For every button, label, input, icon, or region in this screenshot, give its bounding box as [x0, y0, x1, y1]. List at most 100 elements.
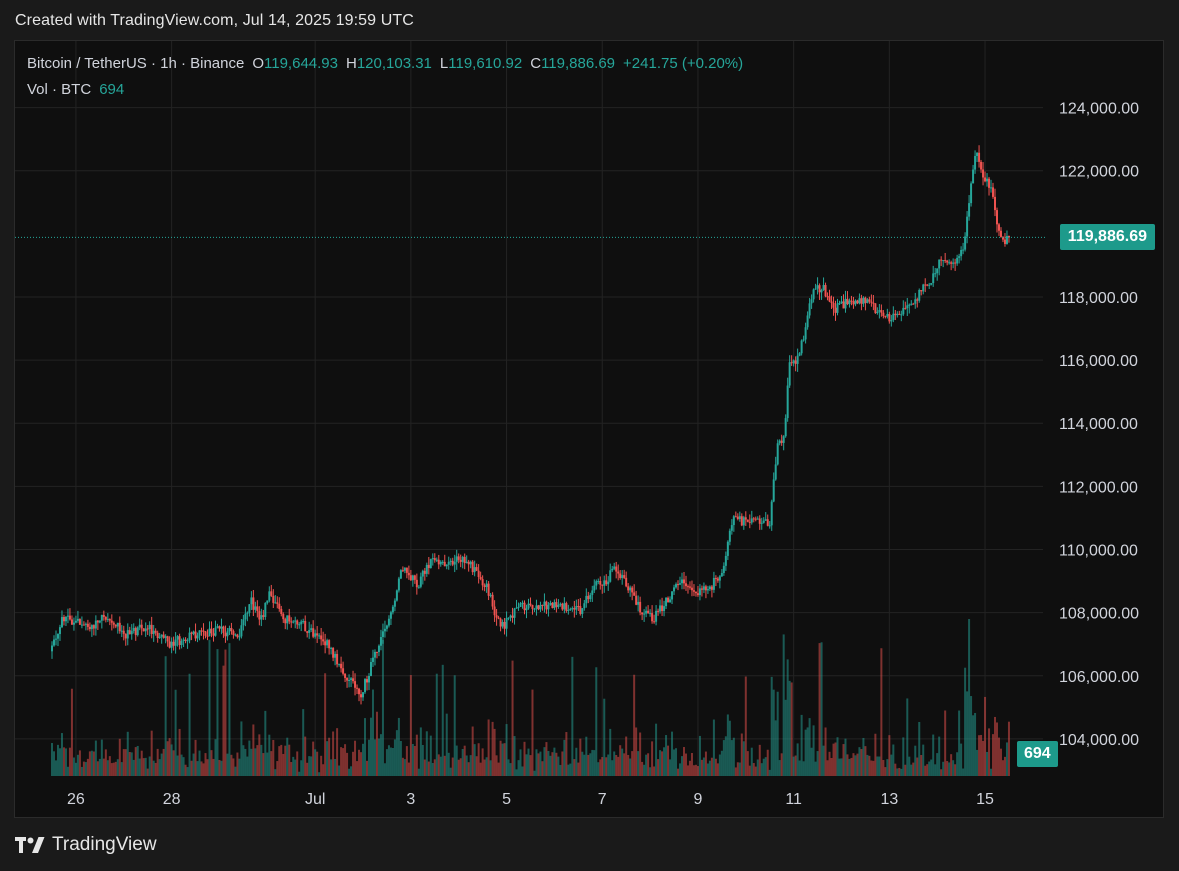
- volume-bar: [810, 747, 813, 776]
- candle: [679, 576, 682, 586]
- candle: [718, 575, 721, 589]
- candle: [278, 597, 281, 612]
- volume-bar: [192, 753, 195, 776]
- volume-bar: [246, 756, 249, 776]
- candle: [302, 618, 305, 624]
- x-tick-label: 3: [406, 791, 415, 808]
- candle: [501, 619, 504, 629]
- volume-bar: [567, 764, 570, 776]
- volume-bar: [232, 758, 235, 776]
- volume-bar: [82, 761, 85, 776]
- candle: [218, 625, 221, 632]
- volume-bars: [51, 619, 1010, 776]
- volume-bar: [322, 764, 325, 776]
- volume-bar: [214, 739, 217, 776]
- candle: [469, 560, 472, 569]
- candle: [475, 563, 478, 572]
- candle: [968, 195, 971, 221]
- volume-bar: [770, 676, 773, 776]
- candle: [182, 637, 185, 648]
- volume-bar: [511, 660, 514, 776]
- chart-panel[interactable]: 124,000.00 122,000.00 118,000.00 116,000.00…: [14, 40, 1164, 818]
- volume-bar: [561, 751, 564, 776]
- volume-bar: [110, 763, 113, 776]
- candle: [230, 622, 233, 635]
- volume-bar: [673, 749, 676, 776]
- volume-bar: [216, 649, 219, 776]
- volume-bar: [182, 757, 185, 776]
- volume-bar: [248, 740, 251, 776]
- volume-bar: [762, 758, 765, 776]
- candle: [539, 601, 542, 613]
- volume-bar: [804, 729, 807, 776]
- volume-bar: [272, 739, 275, 776]
- candle: [607, 576, 610, 591]
- candle: [854, 299, 857, 307]
- candle: [738, 511, 741, 522]
- footer-branding[interactable]: TradingView: [15, 834, 157, 856]
- volume-bar: [882, 759, 885, 776]
- volume-bar: [373, 739, 376, 776]
- volume-bar: [686, 765, 689, 776]
- x-tick-label: 5: [502, 791, 511, 808]
- candle: [665, 597, 668, 610]
- candle: [344, 673, 347, 683]
- volume-bar: [278, 746, 281, 776]
- candle: [778, 439, 781, 446]
- legend-open-key: O: [252, 55, 265, 72]
- candle: [447, 556, 450, 570]
- volume-bar: [393, 739, 396, 776]
- candle: [946, 259, 949, 266]
- legend-symbol[interactable]: Bitcoin / TetherUS · 1h · Binance: [27, 55, 244, 72]
- volume-bar: [196, 761, 199, 776]
- candle: [916, 297, 919, 308]
- candle: [228, 625, 231, 636]
- candle: [282, 612, 285, 623]
- volume-bar: [332, 731, 335, 776]
- volume-bar: [200, 761, 203, 776]
- candle: [750, 510, 753, 525]
- volume-bar: [820, 642, 823, 776]
- volume-bar: [413, 745, 416, 776]
- volume-bar: [557, 756, 560, 776]
- volume-bar: [694, 764, 697, 776]
- legend-volume-label[interactable]: Vol · BTC: [27, 81, 91, 98]
- volume-bar: [806, 727, 809, 776]
- candle: [184, 637, 187, 644]
- volume-bar: [348, 768, 351, 776]
- price-axis[interactable]: 124,000.00 122,000.00 118,000.00 116,000.00…: [1059, 101, 1139, 749]
- candle: [557, 599, 560, 609]
- volume-bar: [60, 733, 63, 776]
- candle: [122, 625, 125, 641]
- candle: [820, 288, 823, 300]
- candle: [828, 289, 831, 303]
- volume-bar: [549, 755, 552, 776]
- candle: [134, 626, 137, 641]
- candle: [80, 616, 83, 629]
- candle: [455, 549, 458, 570]
- chart-svg[interactable]: 124,000.00 122,000.00 118,000.00 116,000.00…: [15, 41, 1165, 819]
- candle: [659, 599, 662, 614]
- candle: [489, 592, 492, 598]
- volume-bar: [997, 737, 1000, 776]
- volume-bar: [352, 751, 355, 776]
- candle: [246, 611, 249, 622]
- volume-bar: [565, 732, 568, 776]
- volume-bar: [238, 758, 241, 776]
- legend-low: 119,610.92: [448, 55, 523, 72]
- volume-bar: [818, 643, 821, 776]
- candle: [970, 181, 973, 207]
- candle: [936, 268, 939, 281]
- volume-bar: [338, 765, 341, 776]
- volume-bar: [830, 757, 833, 776]
- last-price-badge: 119,886.69: [1059, 224, 1155, 251]
- volume-bar: [449, 767, 452, 776]
- candle: [260, 608, 263, 627]
- candle: [682, 571, 685, 590]
- volume-bar: [54, 760, 57, 776]
- candle: [972, 164, 975, 184]
- candle: [944, 252, 947, 264]
- candle: [467, 559, 470, 572]
- volume-bar: [236, 752, 239, 776]
- time-axis[interactable]: 26 28 Jul 3 5 7 9 11 13 15: [67, 791, 994, 808]
